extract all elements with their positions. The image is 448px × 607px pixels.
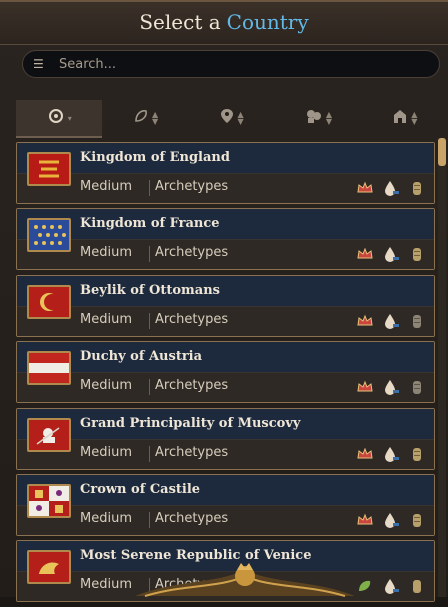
- country-archetype: Archetypes: [155, 245, 229, 261]
- attribute-icons: [356, 378, 426, 396]
- flag-austria: [27, 351, 71, 386]
- scrollbar-thumb[interactable]: [438, 138, 446, 166]
- attribute-icons: [356, 245, 426, 263]
- chevron-down-icon: ▾: [67, 113, 72, 123]
- crown-icon: [356, 445, 374, 463]
- country-size: Medium: [80, 444, 132, 460]
- flag-england: [27, 152, 71, 186]
- attribute-icons: [356, 511, 426, 529]
- country-name: Duchy of Austria: [80, 349, 203, 365]
- drop-icon: [382, 445, 400, 463]
- drop-icon: [382, 378, 400, 396]
- jar-icon: [408, 245, 426, 263]
- country-name: Beylik of Ottomans: [80, 282, 220, 298]
- jar-icon: [408, 312, 426, 330]
- leaf-icon: [356, 577, 374, 595]
- divider: [149, 180, 150, 196]
- drop-icon: [382, 179, 400, 197]
- country-card-england[interactable]: Kingdom of England Medium Archetypes: [16, 142, 435, 204]
- sort-arrows-icon: ▲ ▼: [411, 110, 418, 126]
- country-name: Kingdom of England: [80, 150, 230, 165]
- drop-icon: [382, 511, 400, 529]
- jar-icon: [408, 378, 426, 396]
- country-archetype: Archetypes: [155, 179, 229, 194]
- flag-france: [27, 218, 71, 253]
- drop-icon: [382, 577, 400, 595]
- crown-icon: [356, 511, 374, 529]
- divider: [149, 511, 150, 528]
- divider: [149, 379, 150, 396]
- country-name: Grand Principality of Muscovy: [80, 415, 301, 431]
- building-icon: [392, 108, 408, 128]
- attribute-icons: [356, 179, 426, 197]
- country-list: Kingdom of England Medium Archetypes Kin…: [16, 142, 435, 607]
- country-archetype: Archetypes: [155, 444, 229, 460]
- sort-arrows-icon: ▲ ▼: [152, 110, 159, 126]
- country-archetype: Archetypes: [155, 311, 229, 327]
- crown-icon: [356, 378, 374, 396]
- country-size: Medium: [80, 378, 132, 394]
- filter-bar: ▾ ▲ ▼ ▲ ▼ ▲ ▼ ▲ ▼: [16, 100, 448, 138]
- title-highlight: Country: [226, 10, 309, 34]
- jar-icon: [408, 577, 426, 595]
- window-title: Select a Country: [0, 0, 448, 45]
- country-size: Medium: [80, 577, 132, 593]
- filter-settings-button[interactable]: ▾: [16, 100, 103, 138]
- sort-location-button[interactable]: ▲ ▼: [189, 100, 275, 136]
- crown-icon: [356, 179, 374, 197]
- gear-icon: [47, 107, 65, 129]
- divider: [149, 445, 150, 462]
- country-name: Crown of Castile: [80, 481, 201, 497]
- drop-icon: [382, 312, 400, 330]
- sort-development-button[interactable]: ▲ ▼: [102, 100, 188, 136]
- country-card-france[interactable]: Kingdom of France Medium Archetypes: [16, 208, 435, 271]
- divider: [149, 312, 150, 329]
- country-size: Medium: [80, 179, 132, 194]
- search-icon: ☰: [33, 57, 44, 71]
- country-size: Medium: [80, 245, 132, 261]
- jar-icon: [408, 445, 426, 463]
- country-name: Kingdom of France: [80, 216, 220, 232]
- country-archetype: Archetypes: [155, 378, 229, 394]
- crown-icon: [356, 245, 374, 263]
- crown-icon: [356, 312, 374, 330]
- location-pin-icon: [220, 108, 234, 128]
- sort-government-button[interactable]: ▲ ▼: [362, 100, 448, 136]
- flag-muscovy: [27, 417, 71, 452]
- country-card-austria[interactable]: Duchy of Austria Medium Archetypes: [16, 341, 435, 404]
- country-size: Medium: [80, 510, 132, 526]
- country-size: Medium: [80, 311, 132, 327]
- attribute-icons: [356, 445, 426, 463]
- divider: [149, 246, 150, 263]
- flag-castile: [27, 483, 71, 518]
- scrollbar-track[interactable]: [438, 138, 446, 597]
- sort-culture-button[interactable]: ▲ ▼: [275, 100, 361, 136]
- country-card-muscovy[interactable]: Grand Principality of Muscovy Medium Arc…: [16, 407, 435, 470]
- attribute-icons: [356, 577, 426, 595]
- sort-arrows-icon: ▲ ▼: [325, 110, 332, 126]
- leaf-icon: [133, 108, 149, 128]
- country-card-castile[interactable]: Crown of Castile Medium Archetypes: [16, 473, 435, 536]
- drop-icon: [382, 245, 400, 263]
- jar-icon: [408, 511, 426, 529]
- ornament-decoration: [135, 563, 355, 597]
- jar-icon: [408, 179, 426, 197]
- sort-arrows-icon: ▲ ▼: [237, 110, 244, 126]
- flag-venice: [27, 550, 71, 585]
- country-card-ottomans[interactable]: Beylik of Ottomans Medium Archetypes: [16, 274, 435, 337]
- title-prefix: Select a: [139, 10, 221, 34]
- attribute-icons: [356, 312, 426, 330]
- country-select-window: Select a Country ☰ ▾ ▲▼ ▲▼: [0, 0, 448, 603]
- heads-icon: [305, 108, 323, 128]
- flag-ottomans: [27, 284, 71, 319]
- search-input[interactable]: [57, 55, 421, 73]
- country-archetype: Archetypes: [155, 510, 229, 526]
- search-bar[interactable]: ☰: [22, 50, 440, 78]
